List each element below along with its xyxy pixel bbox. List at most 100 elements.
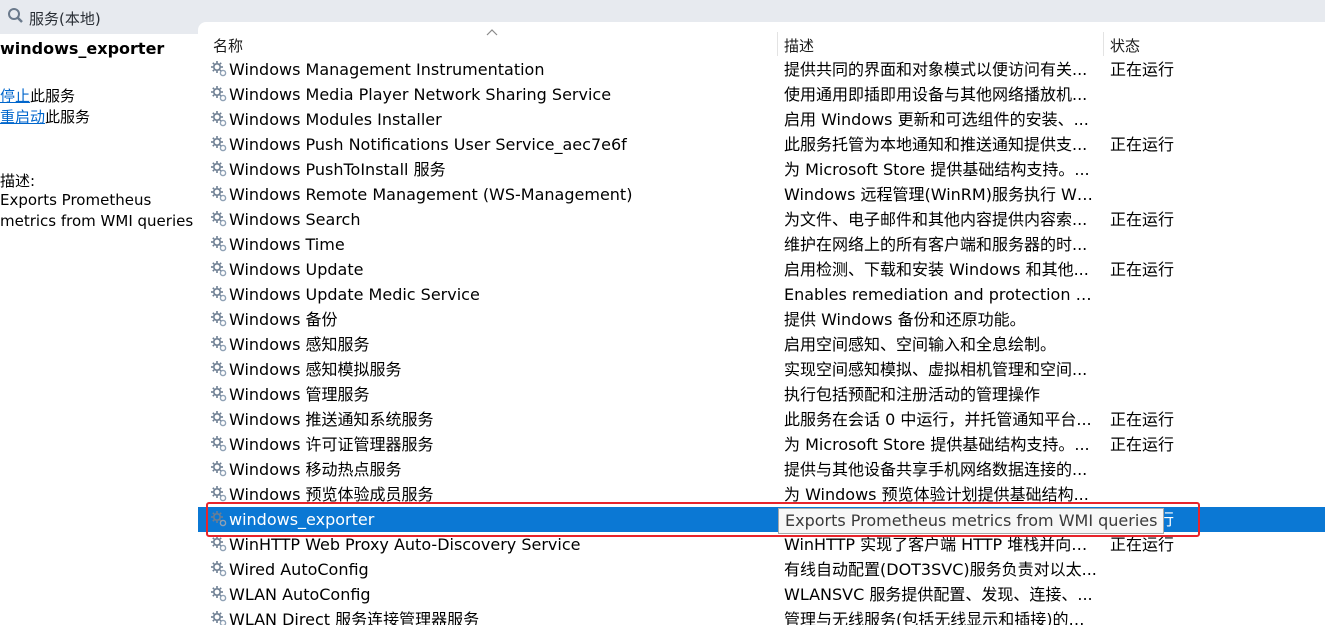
service-gear-icon <box>211 411 227 427</box>
selected-service-name: windows_exporter <box>0 39 165 58</box>
table-row[interactable]: Windows Update Medic Service Enables reme… <box>198 282 1325 307</box>
service-description: 启用 Windows 更新和可选组件的安装、... <box>784 110 1089 129</box>
service-name: Windows 推送通知系统服务 <box>229 410 434 429</box>
service-name: Windows Search <box>229 210 361 229</box>
table-row[interactable]: Windows Update 启用检测、下载和安装 Windows 和其他... 正… <box>198 257 1325 282</box>
service-gear-icon <box>211 286 227 302</box>
service-description: 启用空间感知、空间输入和全息绘制。 <box>784 335 1057 354</box>
service-name: Windows 感知服务 <box>229 335 370 354</box>
stop-service-link[interactable]: 停止 <box>0 87 30 105</box>
service-gear-icon <box>211 211 227 227</box>
service-gear-icon <box>211 336 227 352</box>
service-description: 为 Microsoft Store 提供基础结构支持。... <box>784 160 1090 179</box>
service-name: Windows 管理服务 <box>229 385 370 404</box>
service-gear-icon <box>211 611 227 625</box>
table-row[interactable]: Windows 许可证管理器服务 为 Microsoft Store 提供基础结构… <box>198 432 1325 457</box>
service-description: Windows 远程管理(WinRM)服务执行 WS... <box>784 185 1098 204</box>
stop-service-action: 停止此服务 <box>0 85 75 106</box>
service-status: 正在运行 <box>1110 435 1175 454</box>
service-name: WLAN Direct 服务连接管理器服务 <box>229 610 480 625</box>
table-row[interactable]: Windows Push Notifications User Service_… <box>198 132 1325 157</box>
service-name: Windows Management Instrumentation <box>229 60 545 79</box>
service-name: Windows Modules Installer <box>229 110 442 129</box>
service-gear-icon <box>211 236 227 252</box>
table-row[interactable]: Windows PushToInstall 服务 为 Microsoft Stor… <box>198 157 1325 182</box>
service-name: Wired AutoConfig <box>229 560 369 579</box>
service-detail-panel: windows_exporter 停止此服务 重启动此服务 描述: Export… <box>0 34 203 625</box>
table-row[interactable]: Windows Management Instrumentation 提供共同的界… <box>198 57 1325 82</box>
service-gear-icon <box>211 536 227 552</box>
service-gear-icon <box>211 136 227 152</box>
table-row[interactable]: Windows Media Player Network Sharing Ser… <box>198 82 1325 107</box>
service-description: 此服务托管为本地通知和推送通知提供支... <box>784 135 1088 154</box>
service-description: 启用检测、下载和安装 Windows 和其他... <box>784 260 1089 279</box>
service-name: WLAN AutoConfig <box>229 585 371 604</box>
service-description: Enables remediation and protection of ..… <box>784 285 1098 304</box>
service-name: Windows PushToInstall 服务 <box>229 160 446 179</box>
service-status: 正在运行 <box>1110 60 1175 79</box>
service-gear-icon <box>211 386 227 402</box>
window-title: 服务(本地) <box>29 10 101 28</box>
service-description: 管理与无线服务(包括无线显示和插接)的连... <box>784 610 1098 625</box>
service-description: 执行包括预配和注册活动的管理操作 <box>784 385 1041 404</box>
service-gear-icon <box>211 261 227 277</box>
service-gear-icon <box>211 586 227 602</box>
column-header-status[interactable]: 状态 <box>1110 35 1140 56</box>
table-row[interactable]: Windows Time 维护在网络上的所有客户端和服务器的时... <box>198 232 1325 257</box>
restart-service-link[interactable]: 重启动 <box>0 108 45 126</box>
column-separator[interactable] <box>777 32 778 56</box>
service-gear-icon <box>211 436 227 452</box>
service-description: 为 Microsoft Store 提供基础结构支持。... <box>784 435 1090 454</box>
table-row[interactable]: Wired AutoConfig 有线自动配置(DOT3SVC)服务负责对以太..… <box>198 557 1325 582</box>
table-row[interactable]: Windows 备份 提供 Windows 备份和还原功能。 <box>198 307 1325 332</box>
service-gear-icon <box>211 361 227 377</box>
service-name: Windows 移动热点服务 <box>229 460 402 479</box>
service-description: 实现空间感知模拟、虚拟相机管理和空间... <box>784 360 1088 379</box>
service-gear-icon <box>211 161 227 177</box>
table-row[interactable]: Windows Modules Installer 启用 Windows 更新和可… <box>198 107 1325 132</box>
service-gear-icon <box>211 486 227 502</box>
services-icon <box>8 8 23 23</box>
column-separator[interactable] <box>1103 32 1104 56</box>
service-description: 提供 Windows 备份和还原功能。 <box>784 310 1026 329</box>
table-row[interactable]: Windows 感知模拟服务 实现空间感知模拟、虚拟相机管理和空间... <box>198 357 1325 382</box>
table-row[interactable]: WLAN AutoConfig WLANSVC 服务提供配置、发现、连接、... <box>198 582 1325 607</box>
service-description: 此服务在会话 0 中运行，并托管通知平台... <box>784 410 1092 429</box>
table-row[interactable]: Windows 推送通知系统服务 此服务在会话 0 中运行，并托管通知平台... 正… <box>198 407 1325 432</box>
highlight-box <box>206 502 1200 537</box>
service-name: Windows Push Notifications User Service_… <box>229 135 627 154</box>
service-status: 正在运行 <box>1110 260 1175 279</box>
service-gear-icon <box>211 111 227 127</box>
service-gear-icon <box>211 461 227 477</box>
table-row[interactable]: Windows Remote Management (WS-Management… <box>198 182 1325 207</box>
service-name: Windows Update Medic Service <box>229 285 480 304</box>
service-description: 为文件、电子邮件和其他内容提供内容索... <box>784 210 1088 229</box>
column-header-description[interactable]: 描述 <box>784 35 814 56</box>
service-status: 正在运行 <box>1110 210 1175 229</box>
service-name: Windows Media Player Network Sharing Ser… <box>229 85 612 104</box>
service-name: Windows 许可证管理器服务 <box>229 435 434 454</box>
restart-service-suffix: 此服务 <box>45 108 91 126</box>
service-gear-icon <box>211 86 227 102</box>
service-name: Windows 感知模拟服务 <box>229 360 402 379</box>
service-name: Windows Remote Management (WS-Management… <box>229 185 633 204</box>
service-name: Windows 备份 <box>229 310 338 329</box>
service-status: 正在运行 <box>1110 135 1175 154</box>
table-row[interactable]: Windows 移动热点服务 提供与其他设备共享手机网络数据连接的... <box>198 457 1325 482</box>
description-label: 描述: <box>0 172 36 190</box>
service-description: WLANSVC 服务提供配置、发现、连接、... <box>784 585 1093 604</box>
table-row[interactable]: Windows 管理服务 执行包括预配和注册活动的管理操作 <box>198 382 1325 407</box>
service-description: 提供共同的界面和对象模式以便访问有关... <box>784 60 1088 79</box>
restart-service-action: 重启动此服务 <box>0 106 90 127</box>
service-name: Windows Update <box>229 260 364 279</box>
service-description: 使用通用即插即用设备与其他网络播放机... <box>784 85 1088 104</box>
service-description: 有线自动配置(DOT3SVC)服务负责对以太... <box>784 560 1097 579</box>
table-row[interactable]: Windows Search 为文件、电子邮件和其他内容提供内容索... 正在运行 <box>198 207 1325 232</box>
service-name: Windows Time <box>229 235 345 254</box>
service-description: 维护在网络上的所有客户端和服务器的时... <box>784 235 1088 254</box>
column-header-name[interactable]: 名称 <box>213 35 243 56</box>
table-row[interactable]: Windows 感知服务 启用空间感知、空间输入和全息绘制。 <box>198 332 1325 357</box>
stop-service-suffix: 此服务 <box>30 87 76 105</box>
sort-ascending-icon <box>486 29 498 36</box>
table-row[interactable]: WLAN Direct 服务连接管理器服务 管理与无线服务(包括无线显示和插接)的… <box>198 607 1325 625</box>
